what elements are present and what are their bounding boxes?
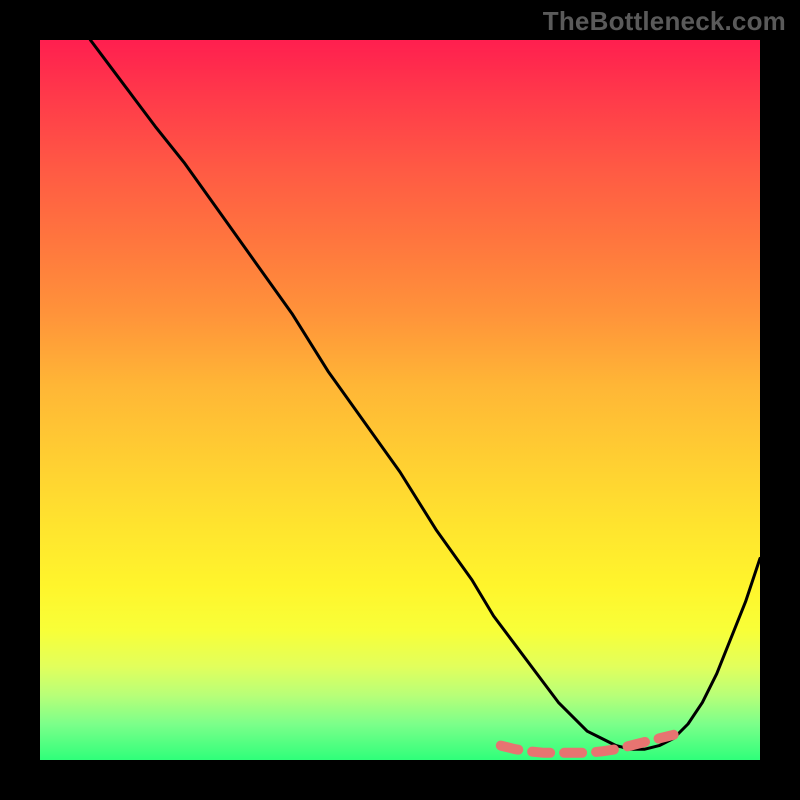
- chart-container: TheBottleneck.com: [0, 0, 800, 800]
- watermark-text: TheBottleneck.com: [543, 6, 786, 37]
- highlight-segment: [501, 735, 674, 753]
- plot-area: [40, 40, 760, 760]
- main-curve: [90, 40, 760, 749]
- curve-svg: [40, 40, 760, 760]
